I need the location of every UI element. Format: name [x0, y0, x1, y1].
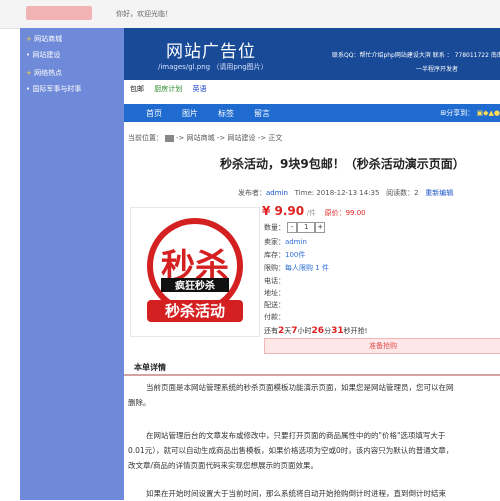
home-icon[interactable] — [165, 135, 174, 142]
banner-note: 一半程序开发者 — [416, 64, 458, 73]
banner-contact: 联系QQ：帮忙介绍php网站建设大滨 联系 ： 778011722 南南 — [332, 50, 500, 59]
stock-row: 库存：100件 — [264, 250, 305, 260]
qty-minus-button[interactable]: - — [287, 222, 297, 233]
link-english[interactable]: 英语 — [192, 85, 206, 93]
detail-paragraph: 在网站管理后台的文章发布或修改中，只要打开页面的商品属性中的的"价格"选项填写大… — [146, 428, 500, 443]
product-image: 秒杀 疯狂秒杀 秒杀活动 — [130, 207, 260, 337]
detail-tab-bar: 本单详情 — [124, 360, 500, 376]
address-row: 地址： — [264, 288, 285, 298]
buy-button[interactable]: 准备抢购 — [264, 338, 500, 354]
main-nav: 首页 图片 标签 留言 ⊞分享到： ▣◆▲● — [124, 104, 500, 122]
nav-messages[interactable]: 留言 — [254, 108, 270, 119]
nav-images[interactable]: 图片 — [182, 108, 198, 119]
countdown: 还有2天7小时26分31秒开抢! — [264, 326, 367, 336]
link-kitchen[interactable]: 厨房计划 — [154, 85, 182, 93]
top-bar: 你好，欢迎光临！ — [0, 0, 500, 29]
svg-text:秒杀活动: 秒杀活动 — [165, 302, 225, 320]
article-meta: 发布者：admin Time: 2018-12-13 14:35 阅读数：2 重… — [238, 188, 453, 198]
bullet-icon: • — [26, 85, 30, 93]
detail-paragraph: 改文章/商品的详情页面代码来实现您想展示的页面效果。 — [128, 458, 500, 473]
breadcrumb-item[interactable]: 网站建设 — [228, 134, 256, 142]
detail-paragraph: 删除。 — [128, 395, 500, 410]
social-icons[interactable]: ▣◆▲● — [477, 109, 500, 117]
shipping-row: 配送： — [264, 300, 285, 310]
breadcrumb-item: 正文 — [268, 134, 282, 142]
detail-paragraph: 0.01元），就可以自动生成商品出售模板，如果价格选项为空或0时，该内容只为默认… — [128, 443, 500, 458]
publisher-link[interactable]: admin — [266, 189, 288, 197]
price-row: ¥ 9.90 /件 原价：99.00 — [262, 204, 366, 218]
reedit-link[interactable]: 重新编辑 — [425, 189, 453, 197]
seller-link[interactable]: admin — [285, 238, 307, 246]
quantity-row: 数量： -1+ — [264, 222, 325, 233]
phone-row: 电话： — [264, 276, 285, 286]
plus-icon: + — [26, 69, 32, 77]
tab-detail[interactable]: 本单详情 — [134, 362, 166, 373]
detail-paragraph: 如果在开始时间设置大于当前时间，那么系统将自动开始抢购倒计时进程，直到倒计时结束 — [146, 486, 500, 501]
banner-subtitle: /images/gl.png （请用png图片） — [158, 62, 268, 72]
qty-plus-button[interactable]: + — [315, 222, 325, 233]
nav-home[interactable]: 首页 — [146, 108, 162, 119]
link-free-shipping[interactable]: 包邮 — [130, 85, 144, 93]
quantity-input[interactable]: 1 — [297, 222, 315, 233]
banner-title: 网站广告位 — [166, 37, 256, 62]
limit-row: 限购：每人限购 1 件 — [264, 263, 329, 273]
quick-links: 包邮 厨房计划 英语 — [130, 84, 214, 94]
ad-banner[interactable]: 网站广告位 /images/gl.png （请用png图片） 联系QQ：帮忙介绍… — [124, 28, 500, 80]
seller-row: 卖家：admin — [264, 237, 307, 247]
page-title: 秒杀活动，9块9包邮！（秒杀活动演示页面） — [220, 155, 465, 172]
share-bar[interactable]: ⊞分享到： ▣◆▲● — [440, 108, 500, 118]
breadcrumb-item[interactable]: 网站商城 — [187, 134, 215, 142]
sidebar-item-shop[interactable]: + 网站商城 — [26, 34, 62, 44]
seckill-logo: 秒杀 疯狂秒杀 秒杀活动 — [131, 208, 259, 336]
detail-paragraph: 当前页面是本网站管理系统的秒杀页面模板功能演示页面，如果您是网站管理员，您可以在… — [146, 380, 500, 395]
user-avatar[interactable] — [26, 6, 92, 20]
price: ¥ 9.90 — [262, 204, 304, 218]
nav-tags[interactable]: 标签 — [218, 108, 234, 119]
sidebar-item-build[interactable]: • 网站建设 — [26, 50, 60, 60]
svg-text:疯狂秒杀: 疯狂秒杀 — [175, 279, 215, 292]
original-price: 原价：99.00 — [325, 209, 366, 217]
payment-row: 付款： — [264, 312, 285, 322]
sidebar: + 网站商城 • 网站建设 + 网络热点 • 国际军事与时事 — [20, 28, 124, 500]
plus-icon: + — [26, 35, 32, 43]
sidebar-item-military[interactable]: • 国际军事与时事 — [26, 84, 81, 94]
greeting: 你好，欢迎光临！ — [116, 9, 172, 19]
bullet-icon: • — [26, 51, 30, 59]
breadcrumb: 当前位置：-> 网站商城 -> 网站建设 -> 正文 — [128, 133, 282, 143]
sidebar-item-hot[interactable]: + 网络热点 — [26, 68, 62, 78]
